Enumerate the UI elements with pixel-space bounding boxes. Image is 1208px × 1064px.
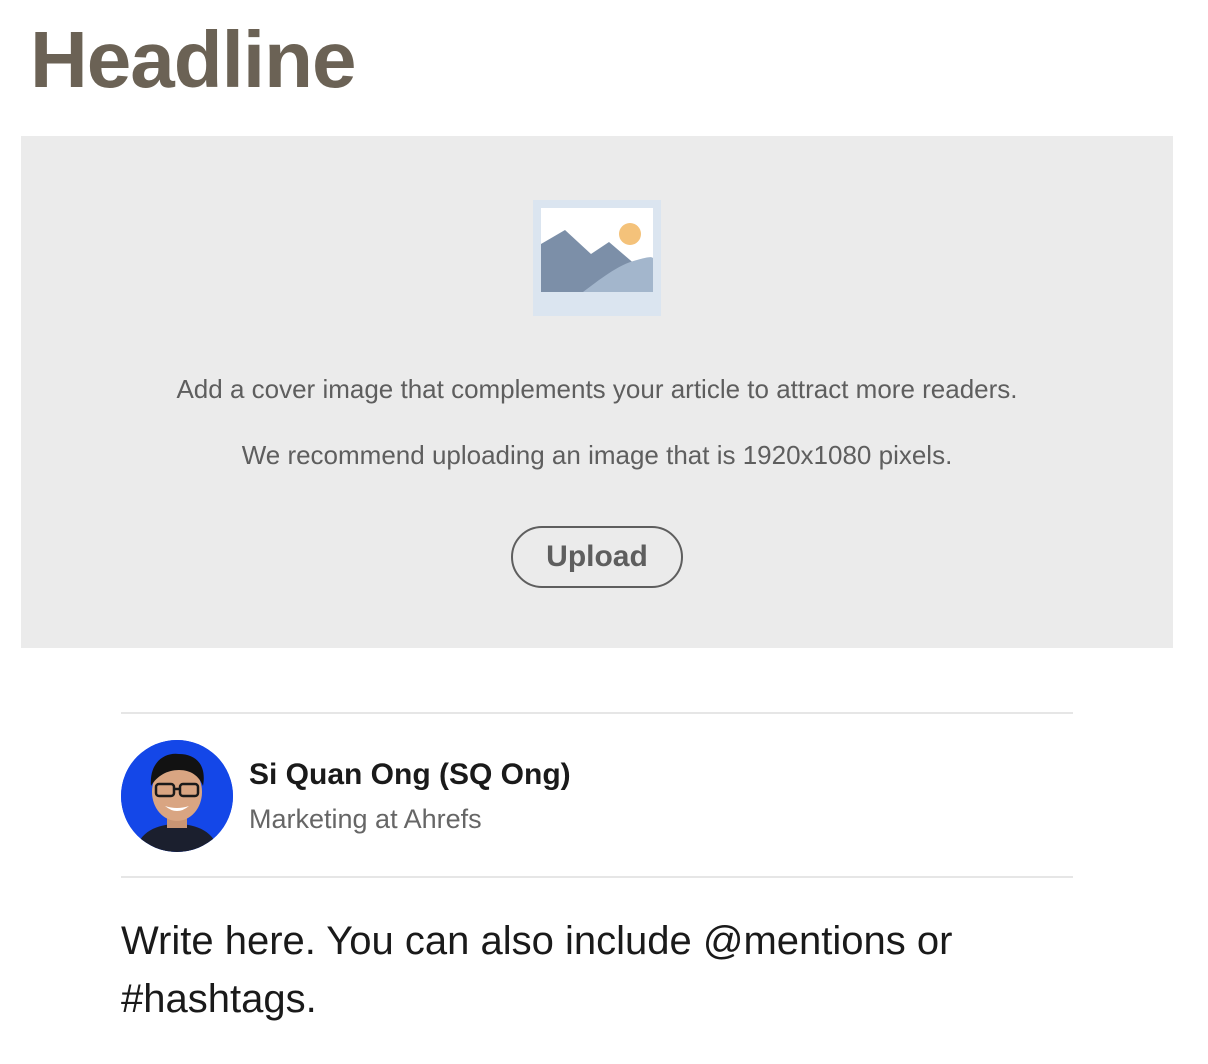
- divider: [121, 712, 1073, 714]
- cover-recommendation: We recommend uploading an image that is …: [241, 440, 953, 470]
- cover-description: Add a cover image that complements your …: [176, 374, 1018, 404]
- divider: [121, 876, 1073, 878]
- article-body-editor[interactable]: Write here. You can also include @mentio…: [121, 912, 1081, 1028]
- headline-input[interactable]: Headline: [30, 14, 356, 106]
- upload-button[interactable]: Upload: [511, 526, 683, 588]
- image-placeholder-icon: [533, 200, 661, 316]
- avatar: [121, 740, 233, 852]
- author-name: Si Quan Ong (SQ Ong): [249, 758, 571, 791]
- author-headline: Marketing at Ahrefs: [249, 804, 482, 834]
- cover-image-dropzone[interactable]: Add a cover image that complements your …: [21, 136, 1173, 648]
